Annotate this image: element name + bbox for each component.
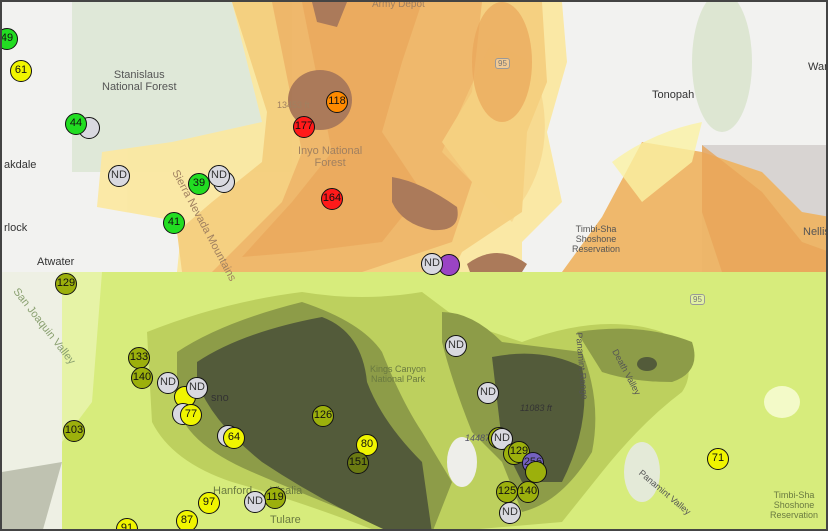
sensor-marker[interactable]: 133 [128,347,150,369]
sensor-marker[interactable]: 177 [293,116,315,138]
label-elevation-11083: 11083 ft [520,403,552,413]
label-inyo: Inyo National Forest [298,145,363,169]
sensor-marker[interactable] [525,461,547,483]
sensor-marker[interactable]: 140 [517,481,539,503]
label-atwater: Atwater [37,256,75,268]
sensor-marker-no-data[interactable]: ND [108,165,130,187]
sensor-marker[interactable]: 41 [163,212,185,234]
label-turlock: rlock [4,222,28,234]
sensor-marker-no-data[interactable]: ND [244,491,266,513]
highway-95-shield-south: 95 [690,294,705,305]
sensor-marker[interactable]: 64 [223,427,245,449]
sensor-marker[interactable]: 129 [55,273,77,295]
sensor-marker[interactable]: 140 [131,367,153,389]
sensor-marker[interactable]: 103 [63,420,85,442]
label-army-depot: Army Depot [372,0,425,10]
label-stanislaus: Stanislaus National Forest [102,69,177,93]
sensor-marker-no-data[interactable]: ND [186,377,208,399]
sensor-marker-no-data[interactable]: ND [421,253,443,275]
sensor-marker[interactable]: 39 [188,173,210,195]
sensor-marker[interactable]: 77 [180,404,202,426]
label-fresno: sno [211,392,229,404]
sensor-marker[interactable]: 119 [264,487,286,509]
sensor-marker[interactable]: 61 [10,60,32,82]
sensor-marker[interactable]: 151 [347,452,369,474]
sensor-marker-no-data[interactable]: ND [208,165,230,187]
air-quality-map[interactable]: Stanislaus National Forest Inyo National… [0,0,828,531]
label-oakdale: akdale [4,159,37,171]
label-nellis: Nellis [803,226,828,238]
sensor-marker-no-data[interactable]: ND [445,335,467,357]
label-tonopah: Tonopah [652,89,695,101]
sensor-marker[interactable]: 71 [707,448,729,470]
label-elevation-13453: 13453 ft [277,100,310,110]
sensor-marker-no-data[interactable]: ND [477,382,499,404]
forest-terrain-east [692,2,752,132]
sensor-marker[interactable]: 118 [326,91,348,113]
sensor-marker[interactable]: 126 [312,405,334,427]
sensor-marker[interactable]: 125 [496,481,518,503]
sensor-marker[interactable]: 97 [198,492,220,514]
label-timbisha-north: Timbi-Sha Shoshone Reservation [572,224,621,254]
label-timbisha-south: Timbi-Sha Shoshone Reservation [770,490,819,520]
sensor-marker-no-data[interactable]: ND [499,502,521,524]
sensor-marker[interactable]: 87 [176,510,198,529]
green-contours [2,272,826,529]
label-kings-canyon: Kings Canyon National Park [370,364,427,384]
sensor-marker[interactable]: 44 [65,113,87,135]
highway-95-shield: 95 [495,58,510,69]
sensor-marker[interactable]: 164 [321,188,343,210]
label-elevation-14487: 14487 [465,433,491,443]
label-tulare: Tulare [270,514,301,526]
label-warm-springs: War [808,61,828,73]
